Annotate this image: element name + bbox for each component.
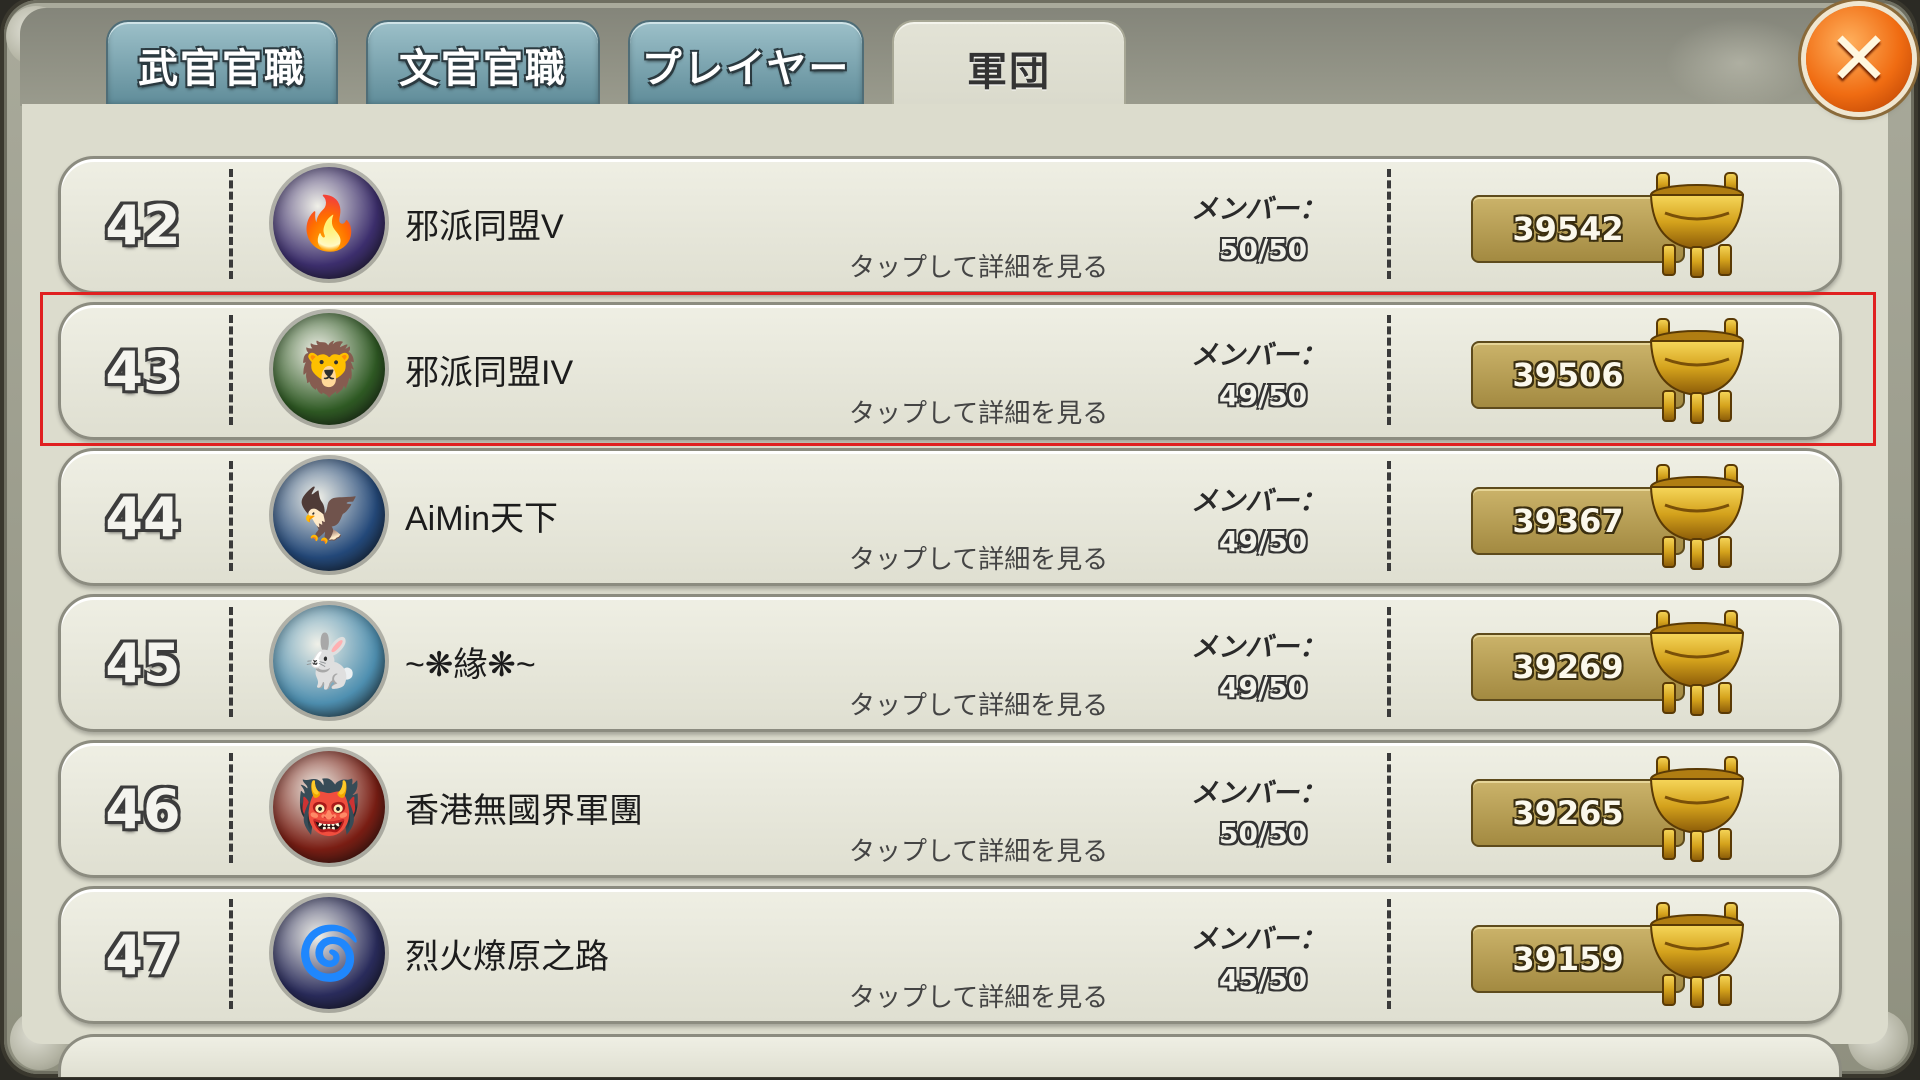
rank-number: 44 <box>105 485 181 549</box>
member-label: メンバー： <box>1191 924 1326 955</box>
tap-for-details-label: タップして詳細を見る <box>849 544 1109 574</box>
legion-name: ~❋緣❋~ <box>405 646 536 684</box>
member-count: 49/50 <box>1219 379 1308 412</box>
divider <box>229 607 233 717</box>
lion-shield-emblem-icon: 🦁 <box>273 313 385 425</box>
divider <box>1387 315 1391 425</box>
member-count: 49/50 <box>1219 525 1308 558</box>
tap-for-details-label: タップして詳細を見る <box>849 252 1109 282</box>
divider <box>229 899 233 1009</box>
tap-for-details-label: タップして詳細を見る <box>849 982 1109 1012</box>
divider <box>1387 461 1391 571</box>
score-value: 39542 <box>1512 210 1624 248</box>
legion-row[interactable]: 42 🔥 邪派同盟V タップして詳細を見る メンバー： 50/50 39542 <box>58 156 1842 294</box>
tap-for-details-label: タップして詳細を見る <box>849 836 1109 866</box>
legion-name: 烈火燎原之路 <box>405 938 609 976</box>
rank-number: 46 <box>105 777 181 841</box>
fire-vortex-emblem-icon: 🌀 <box>273 897 385 1009</box>
divider <box>1387 899 1391 1009</box>
bronze-cauldron-icon <box>1649 610 1745 716</box>
member-label: メンバー： <box>1191 340 1326 371</box>
score-value: 39269 <box>1512 648 1624 686</box>
close-button[interactable]: ✕ <box>1806 6 1912 112</box>
member-label: メンバー： <box>1191 194 1326 225</box>
divider <box>229 753 233 863</box>
rabbit-moon-emblem-icon: 🐇 <box>273 605 385 717</box>
legion-name: 邪派同盟IV <box>405 354 574 392</box>
bronze-cauldron-icon <box>1649 756 1745 862</box>
legion-row[interactable]: 47 🌀 烈火燎原之路 タップして詳細を見る メンバー： 45/50 39159 <box>58 886 1842 1024</box>
member-count: 45/50 <box>1219 963 1308 996</box>
rank-number: 43 <box>105 339 181 403</box>
legion-name: 邪派同盟V <box>405 208 564 246</box>
rank-number: 42 <box>105 193 181 257</box>
legion-row[interactable]: 43 🦁 邪派同盟IV タップして詳細を見る メンバー： 49/50 39506 <box>58 302 1842 440</box>
bronze-cauldron-icon <box>1649 464 1745 570</box>
tap-for-details-label: タップして詳細を見る <box>849 398 1109 428</box>
eagle-emblem-icon: 🦅 <box>273 459 385 571</box>
legion-name: 香港無國界軍團 <box>405 792 643 830</box>
tab-legion[interactable]: 軍団 <box>892 20 1126 114</box>
bronze-cauldron-icon <box>1649 172 1745 278</box>
legion-name: AiMin天下 <box>405 500 559 538</box>
score-value: 39159 <box>1512 940 1624 978</box>
divider <box>229 315 233 425</box>
header-ornament <box>1665 18 1815 108</box>
close-icon: ✕ <box>1827 16 1890 102</box>
divider <box>1387 169 1391 279</box>
tap-for-details-label: タップして詳細を見る <box>849 690 1109 720</box>
legion-row[interactable]: 45 🐇 ~❋緣❋~ タップして詳細を見る メンバー： 49/50 39269 <box>58 594 1842 732</box>
phoenix-emblem-icon: 🔥 <box>273 167 385 279</box>
divider <box>229 169 233 279</box>
divider <box>229 461 233 571</box>
divider <box>1387 753 1391 863</box>
member-count: 50/50 <box>1219 817 1308 850</box>
score-value: 39265 <box>1512 794 1624 832</box>
rank-number: 45 <box>105 631 181 695</box>
member-count: 50/50 <box>1219 233 1308 266</box>
member-label: メンバー： <box>1191 632 1326 663</box>
member-count: 49/50 <box>1219 671 1308 704</box>
tab-military-officials[interactable]: 武官官職 <box>106 20 338 108</box>
score-value: 39506 <box>1512 356 1624 394</box>
tab-players[interactable]: プレイヤー <box>628 20 864 108</box>
score-value: 39367 <box>1512 502 1624 540</box>
tab-civil-officials[interactable]: 文官官職 <box>366 20 600 108</box>
divider <box>1387 607 1391 717</box>
legion-row[interactable]: 44 🦅 AiMin天下 タップして詳細を見る メンバー： 49/50 3936… <box>58 448 1842 586</box>
list-item-partial <box>58 1034 1842 1077</box>
member-label: メンバー： <box>1191 778 1326 809</box>
demon-mask-emblem-icon: 👹 <box>273 751 385 863</box>
member-label: メンバー： <box>1191 486 1326 517</box>
legion-row[interactable]: 46 👹 香港無國界軍團 タップして詳細を見る メンバー： 50/50 3926… <box>58 740 1842 878</box>
bronze-cauldron-icon <box>1649 318 1745 424</box>
rank-number: 47 <box>105 923 181 987</box>
bronze-cauldron-icon <box>1649 902 1745 1008</box>
